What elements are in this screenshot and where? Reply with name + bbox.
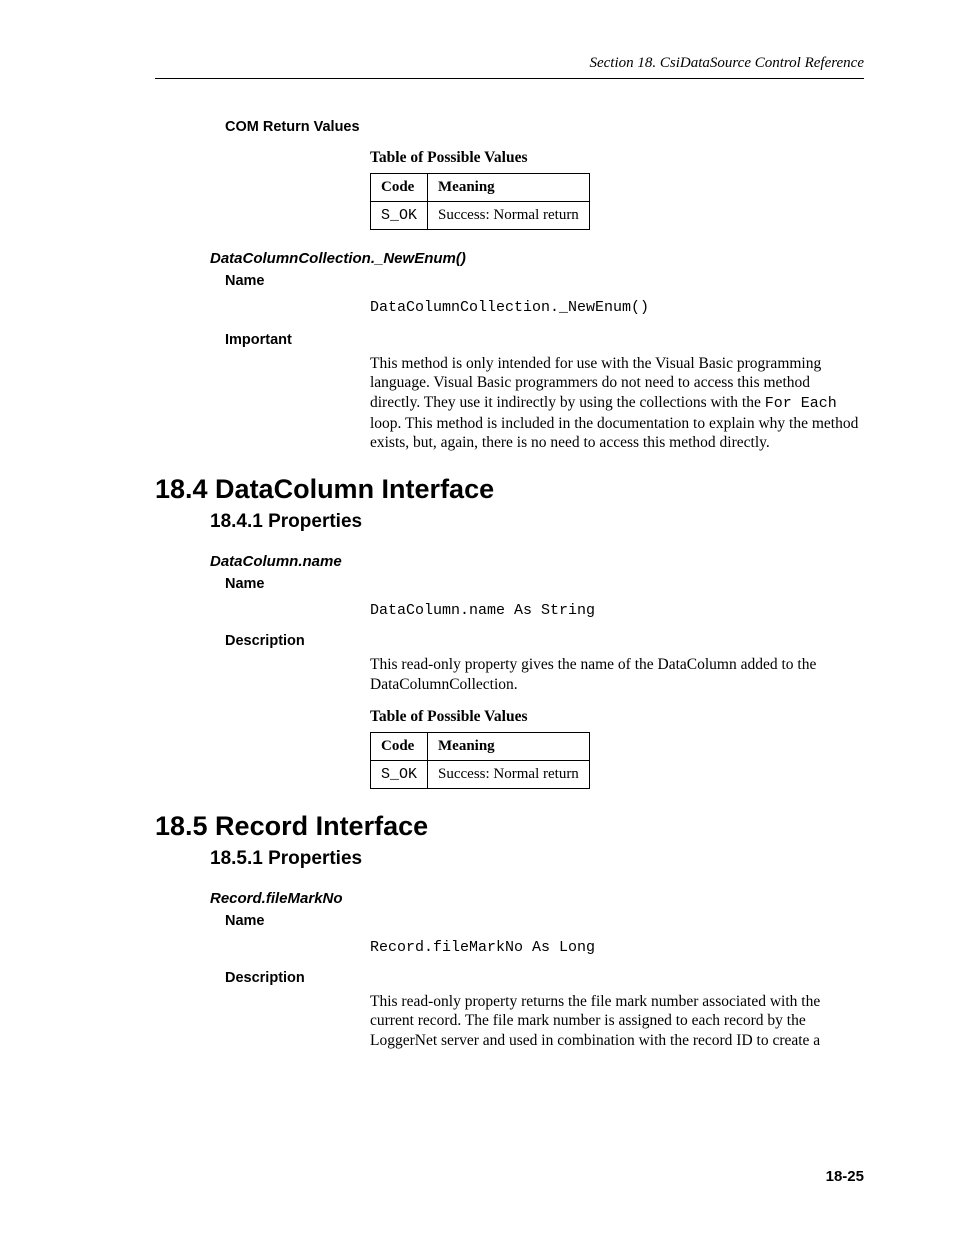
page-number: 18-25 — [826, 1168, 864, 1185]
table-caption-1: Table of Possible Values — [370, 149, 864, 167]
possible-values-table-2: Code Meaning S_OK Success: Normal return — [370, 732, 590, 789]
table1-header-meaning: Meaning — [428, 174, 590, 202]
heading-record-properties: 18.5.1 Properties — [210, 848, 864, 870]
name-label-3: Name — [225, 913, 864, 929]
name-code-1: DataColumnCollection._NewEnum() — [370, 299, 864, 316]
method-title-newenum: DataColumnCollection._NewEnum() — [210, 250, 864, 267]
table1-cell-code: S_OK — [371, 202, 428, 230]
description-label-2: Description — [225, 633, 864, 649]
name-label-1: Name — [225, 273, 864, 289]
table2-header-meaning: Meaning — [428, 733, 590, 761]
com-return-values-heading: COM Return Values — [225, 119, 864, 135]
table2-cell-code: S_OK — [371, 761, 428, 789]
method-title-datacolumn-name: DataColumn.name — [210, 553, 864, 570]
table2-cell-meaning: Success: Normal return — [428, 761, 590, 789]
description-text-3: This read-only property returns the file… — [370, 992, 859, 1050]
table-caption-2: Table of Possible Values — [370, 708, 864, 726]
description-label-3: Description — [225, 970, 864, 986]
table1-cell-meaning: Success: Normal return — [428, 202, 590, 230]
table1-header-code: Code — [371, 174, 428, 202]
method-title-record-filemarkno: Record.fileMarkNo — [210, 890, 864, 907]
name-code-2: DataColumn.name As String — [370, 602, 864, 619]
important-text: This method is only intended for use wit… — [370, 354, 859, 452]
page-header: Section 18. CsiDataSource Control Refere… — [155, 55, 864, 79]
name-label-2: Name — [225, 576, 864, 592]
description-text-2: This read-only property gives the name o… — [370, 655, 859, 694]
possible-values-table-1: Code Meaning S_OK Success: Normal return — [370, 173, 590, 230]
important-text-part1: This method is only intended for use wit… — [370, 355, 821, 411]
heading-record-interface: 18.5 Record Interface — [155, 811, 864, 842]
heading-datacolumn-properties: 18.4.1 Properties — [210, 511, 864, 533]
important-text-mono: For Each — [765, 395, 837, 412]
important-label: Important — [225, 332, 864, 348]
important-text-part2: loop. This method is included in the doc… — [370, 415, 858, 451]
heading-datacolumn-interface: 18.4 DataColumn Interface — [155, 474, 864, 505]
name-code-3: Record.fileMarkNo As Long — [370, 939, 864, 956]
table2-header-code: Code — [371, 733, 428, 761]
